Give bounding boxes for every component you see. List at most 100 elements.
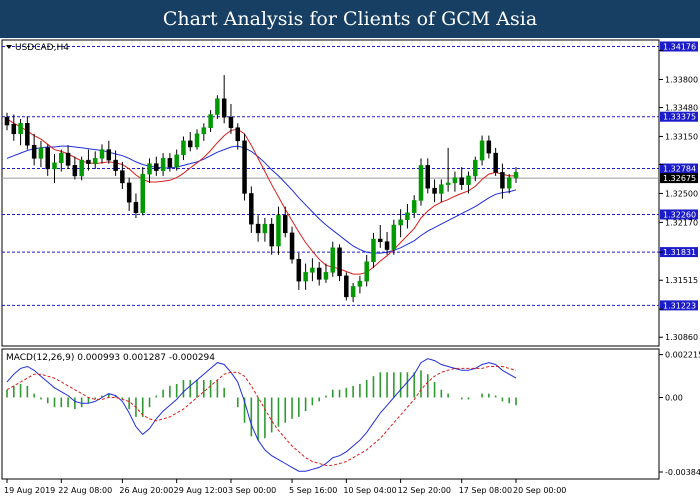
price-tick-label: 1.32170	[665, 218, 698, 227]
bullish-candle	[466, 175, 471, 185]
bullish-candle	[174, 154, 179, 168]
bullish-candle	[38, 147, 44, 159]
time-tick-label: 17 Sep 08:00	[459, 486, 512, 495]
level-label: 1.32784	[663, 165, 696, 174]
bullish-candle	[140, 173, 145, 213]
main-title-group: USDCAD,H4	[6, 43, 69, 53]
price-chart: 1.341761.333751.327841.322601.318311.312…	[1, 39, 700, 495]
bearish-candle	[432, 187, 437, 194]
bullish-candle	[201, 127, 207, 135]
level-label: 1.31223	[663, 301, 696, 310]
bearish-candle	[31, 144, 37, 159]
bullish-candle	[452, 177, 458, 184]
bearish-candle	[283, 215, 288, 234]
bullish-candle	[445, 182, 451, 185]
bullish-candle	[418, 165, 424, 201]
bullish-candle	[479, 140, 485, 161]
level-label: 1.31831	[663, 248, 696, 257]
bearish-candle	[384, 241, 390, 250]
bearish-candle	[72, 165, 78, 177]
bullish-candle	[276, 215, 281, 247]
bullish-candle	[411, 200, 417, 213]
price-tick-label: 1.32500	[665, 189, 698, 198]
bearish-candle	[25, 123, 30, 146]
main-plot-frame	[1, 39, 660, 347]
macd-title: MACD(12,26,9) 0.000993 0.001287 -0.00029…	[6, 353, 215, 363]
bullish-candle	[99, 149, 105, 159]
macd-tick-label: 0.00	[665, 394, 683, 403]
price-axis: 1.30860 1.31515 1.32170 1.32500 1.33150 1.334…	[659, 50, 698, 342]
time-tick-label: 5 Sep 16:00	[289, 486, 337, 495]
bearish-candle	[269, 223, 274, 247]
bullish-candle	[147, 163, 152, 175]
bearish-candle	[126, 182, 132, 203]
time-tick-label: 29 Aug 12:00	[174, 486, 228, 495]
bearish-candle	[228, 116, 234, 128]
bullish-candle	[310, 267, 315, 273]
bullish-candle	[262, 223, 268, 234]
price-tick-label: 1.30860	[665, 333, 698, 342]
bearish-candle	[4, 116, 10, 126]
bearish-candle	[235, 127, 240, 142]
bearish-candle	[459, 177, 464, 185]
bullish-candle	[506, 177, 512, 189]
bearish-candle	[344, 275, 349, 298]
level-label: 1.34176	[663, 42, 696, 51]
bearish-candle	[296, 258, 302, 282]
price-tick-label: 1.31515	[665, 276, 698, 285]
title-banner: Chart Analysis for Clients of GCM Asia	[0, 0, 700, 38]
bullish-candle	[364, 261, 369, 282]
bullish-candle	[208, 114, 213, 128]
bearish-candle	[45, 147, 50, 170]
bearish-candle	[255, 223, 261, 234]
bullish-candle	[357, 280, 363, 287]
bullish-candle	[439, 184, 444, 194]
current-price-label: 1.32675	[663, 174, 696, 183]
bearish-candle	[86, 159, 91, 164]
bearish-candle	[425, 165, 431, 189]
price-tick-label: 1.33150	[665, 132, 698, 141]
time-tick-label: 10 Sep 04:00	[343, 486, 396, 495]
macd-tick-label: -0.003844	[665, 468, 700, 477]
time-tick-label: 3 Sep 00:00	[228, 486, 276, 495]
bearish-candle	[221, 98, 227, 118]
bullish-candle	[330, 247, 336, 273]
bearish-candle	[187, 140, 193, 148]
macd-tick-label: 0.002215	[665, 351, 700, 360]
time-tick-label: 26 Aug 20:00	[119, 486, 173, 495]
bearish-candle	[486, 140, 492, 154]
price-tick-label: 1.33800	[665, 75, 698, 84]
time-tick-label: 12 Sep 20:00	[398, 486, 451, 495]
bullish-candle	[18, 123, 23, 135]
bearish-candle	[316, 267, 322, 280]
bullish-candle	[323, 272, 329, 280]
bearish-candle	[289, 232, 295, 260]
banner-title: Chart Analysis for Clients of GCM Asia	[162, 8, 538, 30]
bullish-candle	[350, 286, 356, 298]
bullish-candle	[160, 158, 166, 171]
bearish-candle	[133, 201, 139, 213]
bullish-candle	[398, 219, 403, 226]
bearish-candle	[242, 140, 247, 194]
bearish-candle	[120, 170, 125, 184]
bearish-candle	[11, 123, 17, 135]
bearish-candle	[65, 152, 71, 166]
main-chart-title: USDCAD,H4	[15, 43, 69, 53]
bullish-candle	[215, 98, 220, 115]
bearish-candle	[378, 238, 383, 242]
time-axis: 19 Aug 2019 22 Aug 08:00 26 Aug 20:00 29 Au…	[4, 479, 566, 495]
bullish-candle	[59, 152, 64, 164]
bearish-candle	[113, 159, 118, 171]
bearish-candle	[337, 247, 342, 277]
bearish-candle	[500, 172, 505, 189]
time-tick-label: 19 Aug 2019	[4, 486, 55, 495]
time-tick-label: 20 Sep 00:00	[513, 486, 566, 495]
time-tick-label: 22 Aug 08:00	[58, 486, 112, 495]
bullish-candle	[371, 238, 376, 263]
bullish-candle	[405, 212, 410, 220]
bullish-candle	[52, 162, 57, 170]
bearish-candle	[154, 163, 159, 171]
bearish-candle	[106, 149, 112, 161]
bullish-candle	[79, 159, 84, 177]
bearish-candle	[249, 193, 254, 225]
